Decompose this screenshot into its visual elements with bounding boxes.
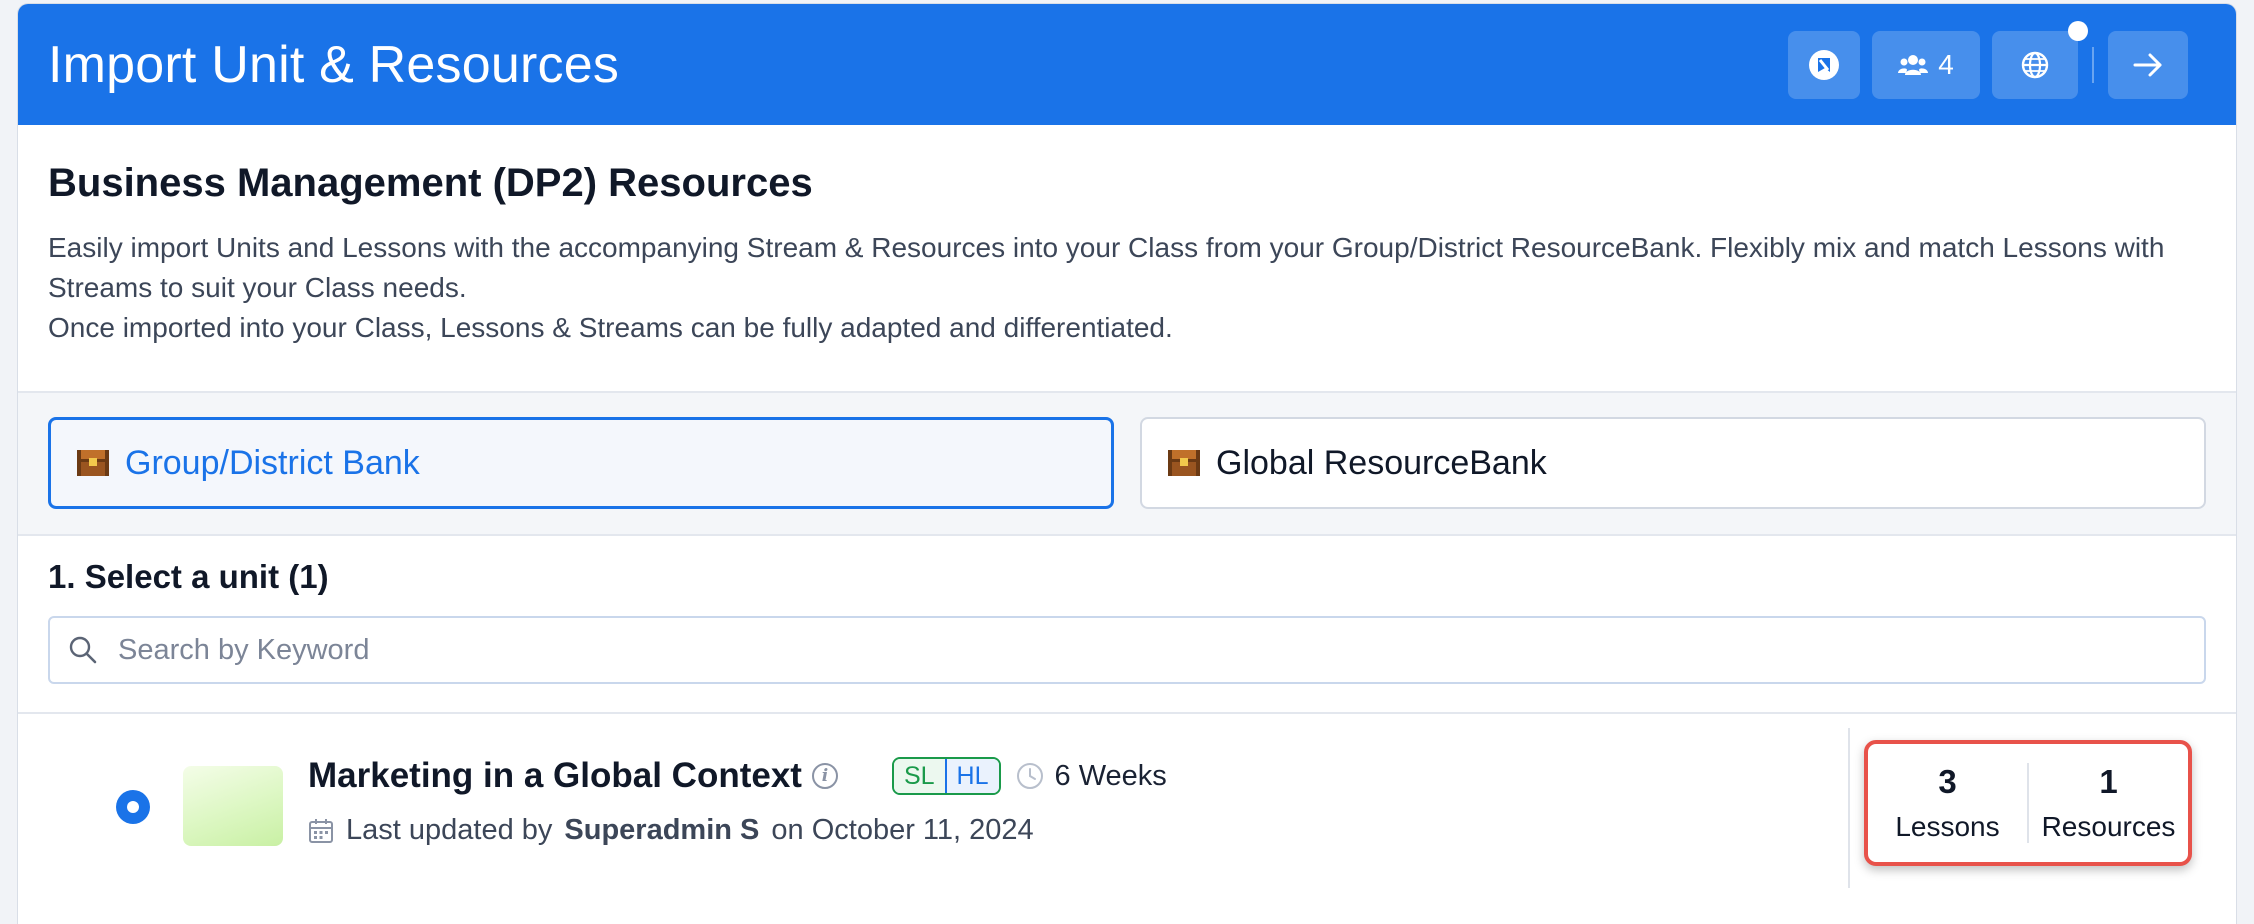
intro-line-1: Easily import Units and Lessons with the…: [48, 232, 2165, 303]
chat-icon: [1809, 49, 1839, 80]
level-badges: SL HL: [891, 757, 1001, 795]
lessons-stat: 3 Lessons: [1868, 763, 2027, 843]
unit-updated-info: Last updated by Superadmin S on October …: [308, 814, 1034, 847]
intro-section: Business Management (DP2) Resources Easi…: [18, 125, 2236, 393]
unit-title-row: Marketing in a Global Context i SL HL 6 …: [308, 756, 1167, 796]
resources-title: Business Management (DP2) Resources: [48, 161, 813, 205]
updated-prefix: Last updated by: [346, 814, 553, 846]
users-icon: [1898, 54, 1929, 75]
arrow-right-icon: [2133, 53, 2162, 76]
language-button[interactable]: [1992, 20, 2088, 99]
intro-description: Easily import Units and Lessons with the…: [48, 228, 2206, 348]
chest-icon: [1168, 450, 1200, 476]
global-resourcebank-label: Global ResourceBank: [1216, 443, 1547, 482]
import-modal: Import Unit & Resources 4 Business Manag…: [18, 4, 2236, 924]
lessons-label: Lessons: [1895, 811, 2000, 842]
next-button[interactable]: [2108, 30, 2188, 99]
lessons-count: 3: [1938, 763, 1957, 800]
unit-stats: 3 Lessons 1 Resources: [1864, 740, 2192, 866]
group-district-bank-button[interactable]: Group/District Bank: [48, 417, 1114, 509]
globe-icon: [2021, 51, 2049, 78]
unit-thumbnail: [183, 766, 283, 846]
level-hl-badge: HL: [944, 759, 999, 793]
chest-icon: [77, 450, 109, 476]
unit-row[interactable]: Marketing in a Global Context i SL HL 6 …: [18, 714, 2236, 904]
group-district-bank-label: Group/District Bank: [125, 443, 420, 482]
resources-count: 1: [2099, 763, 2118, 800]
select-unit-title: 1. Select a unit (1): [48, 558, 329, 595]
duration-text: 6 Weeks: [1054, 759, 1167, 792]
updated-on: on October 11, 2024: [771, 814, 1034, 846]
header-actions: 4: [1788, 20, 2188, 99]
calendar-icon: [309, 818, 333, 843]
unit-radio[interactable]: [116, 790, 150, 824]
chat-button[interactable]: [1788, 30, 1860, 99]
modal-header: Import Unit & Resources 4: [18, 4, 2236, 125]
intro-line-2: Once imported into your Class, Lessons &…: [48, 312, 1173, 343]
unit-title: Marketing in a Global Context: [308, 756, 802, 795]
unit-stats-area: 3 Lessons 1 Resources: [1848, 728, 2236, 888]
users-count: 4: [1938, 48, 1954, 80]
global-resourcebank-button[interactable]: Global ResourceBank: [1140, 417, 2206, 509]
modal-title: Import Unit & Resources: [48, 35, 620, 94]
unit-duration: 6 Weeks: [1015, 760, 1167, 793]
resources-stat: 1 Resources: [2027, 763, 2188, 843]
notification-dot: [2068, 20, 2088, 41]
users-button[interactable]: 4: [1872, 30, 1980, 99]
header-divider: [2092, 46, 2094, 83]
search-icon: [69, 636, 97, 664]
updated-by: Superadmin S: [564, 814, 760, 846]
resources-label: Resources: [2041, 811, 2176, 842]
clock-icon: [1016, 763, 1043, 789]
select-unit-section: 1. Select a unit (1): [18, 536, 2236, 714]
search-input[interactable]: [118, 633, 1918, 667]
bank-selector: Group/District Bank Global ResourceBank: [18, 393, 2236, 536]
info-icon[interactable]: i: [811, 763, 838, 789]
search-box: [48, 616, 2206, 684]
level-sl-badge: SL: [893, 759, 945, 793]
